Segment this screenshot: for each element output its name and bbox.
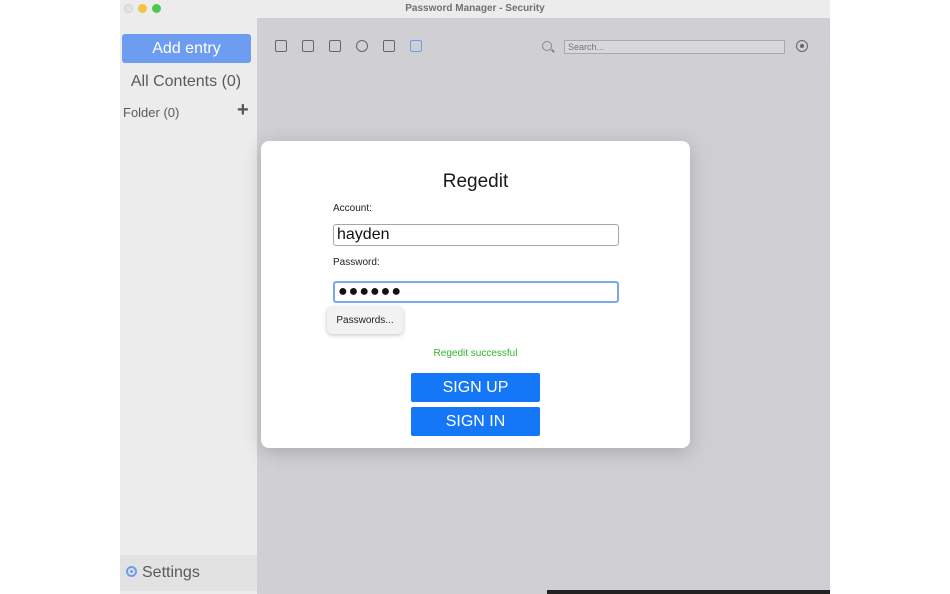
account-label: Account: xyxy=(333,203,372,214)
folder-item[interactable]: Folder (0) xyxy=(123,105,179,120)
add-entry-button[interactable]: Add entry xyxy=(122,34,251,63)
password-field[interactable]: ●●●●●● xyxy=(333,281,619,303)
password-label: Password: xyxy=(333,257,380,268)
copy-icon[interactable] xyxy=(329,40,341,52)
window-title: Password Manager - Security xyxy=(405,3,545,14)
dialog-title: Regedit xyxy=(442,171,509,192)
add-folder-icon[interactable]: + xyxy=(237,100,249,120)
account-field[interactable]: hayden xyxy=(333,224,619,246)
note-icon[interactable] xyxy=(383,40,395,52)
settings-bar[interactable]: Settings xyxy=(120,555,257,591)
regedit-dialog: Regedit Account: hayden Password: ●●●●●●… xyxy=(261,141,690,448)
globe-icon[interactable] xyxy=(356,40,368,52)
gear-icon xyxy=(126,566,137,577)
view-toggle-icon[interactable] xyxy=(796,40,808,52)
status-message: Regedit successful xyxy=(433,348,518,359)
sidebar: Add entry All Contents (0) Folder (0) + … xyxy=(120,18,257,594)
sign-in-button[interactable]: SIGN IN xyxy=(411,407,540,436)
card-icon[interactable] xyxy=(275,40,287,52)
passwords-autofill-menu[interactable]: Passwords... xyxy=(327,307,403,334)
settings-label: Settings xyxy=(142,564,200,581)
search-input[interactable] xyxy=(564,40,785,54)
bottom-edge-bar xyxy=(547,590,830,594)
search-icon xyxy=(542,41,552,51)
title-bar: Password Manager - Security xyxy=(120,0,830,18)
security-icon[interactable] xyxy=(410,40,422,52)
toolbar xyxy=(257,18,830,62)
contact-icon[interactable] xyxy=(302,40,314,52)
sign-up-button[interactable]: SIGN UP xyxy=(411,373,540,402)
all-contents-item[interactable]: All Contents (0) xyxy=(120,73,252,91)
